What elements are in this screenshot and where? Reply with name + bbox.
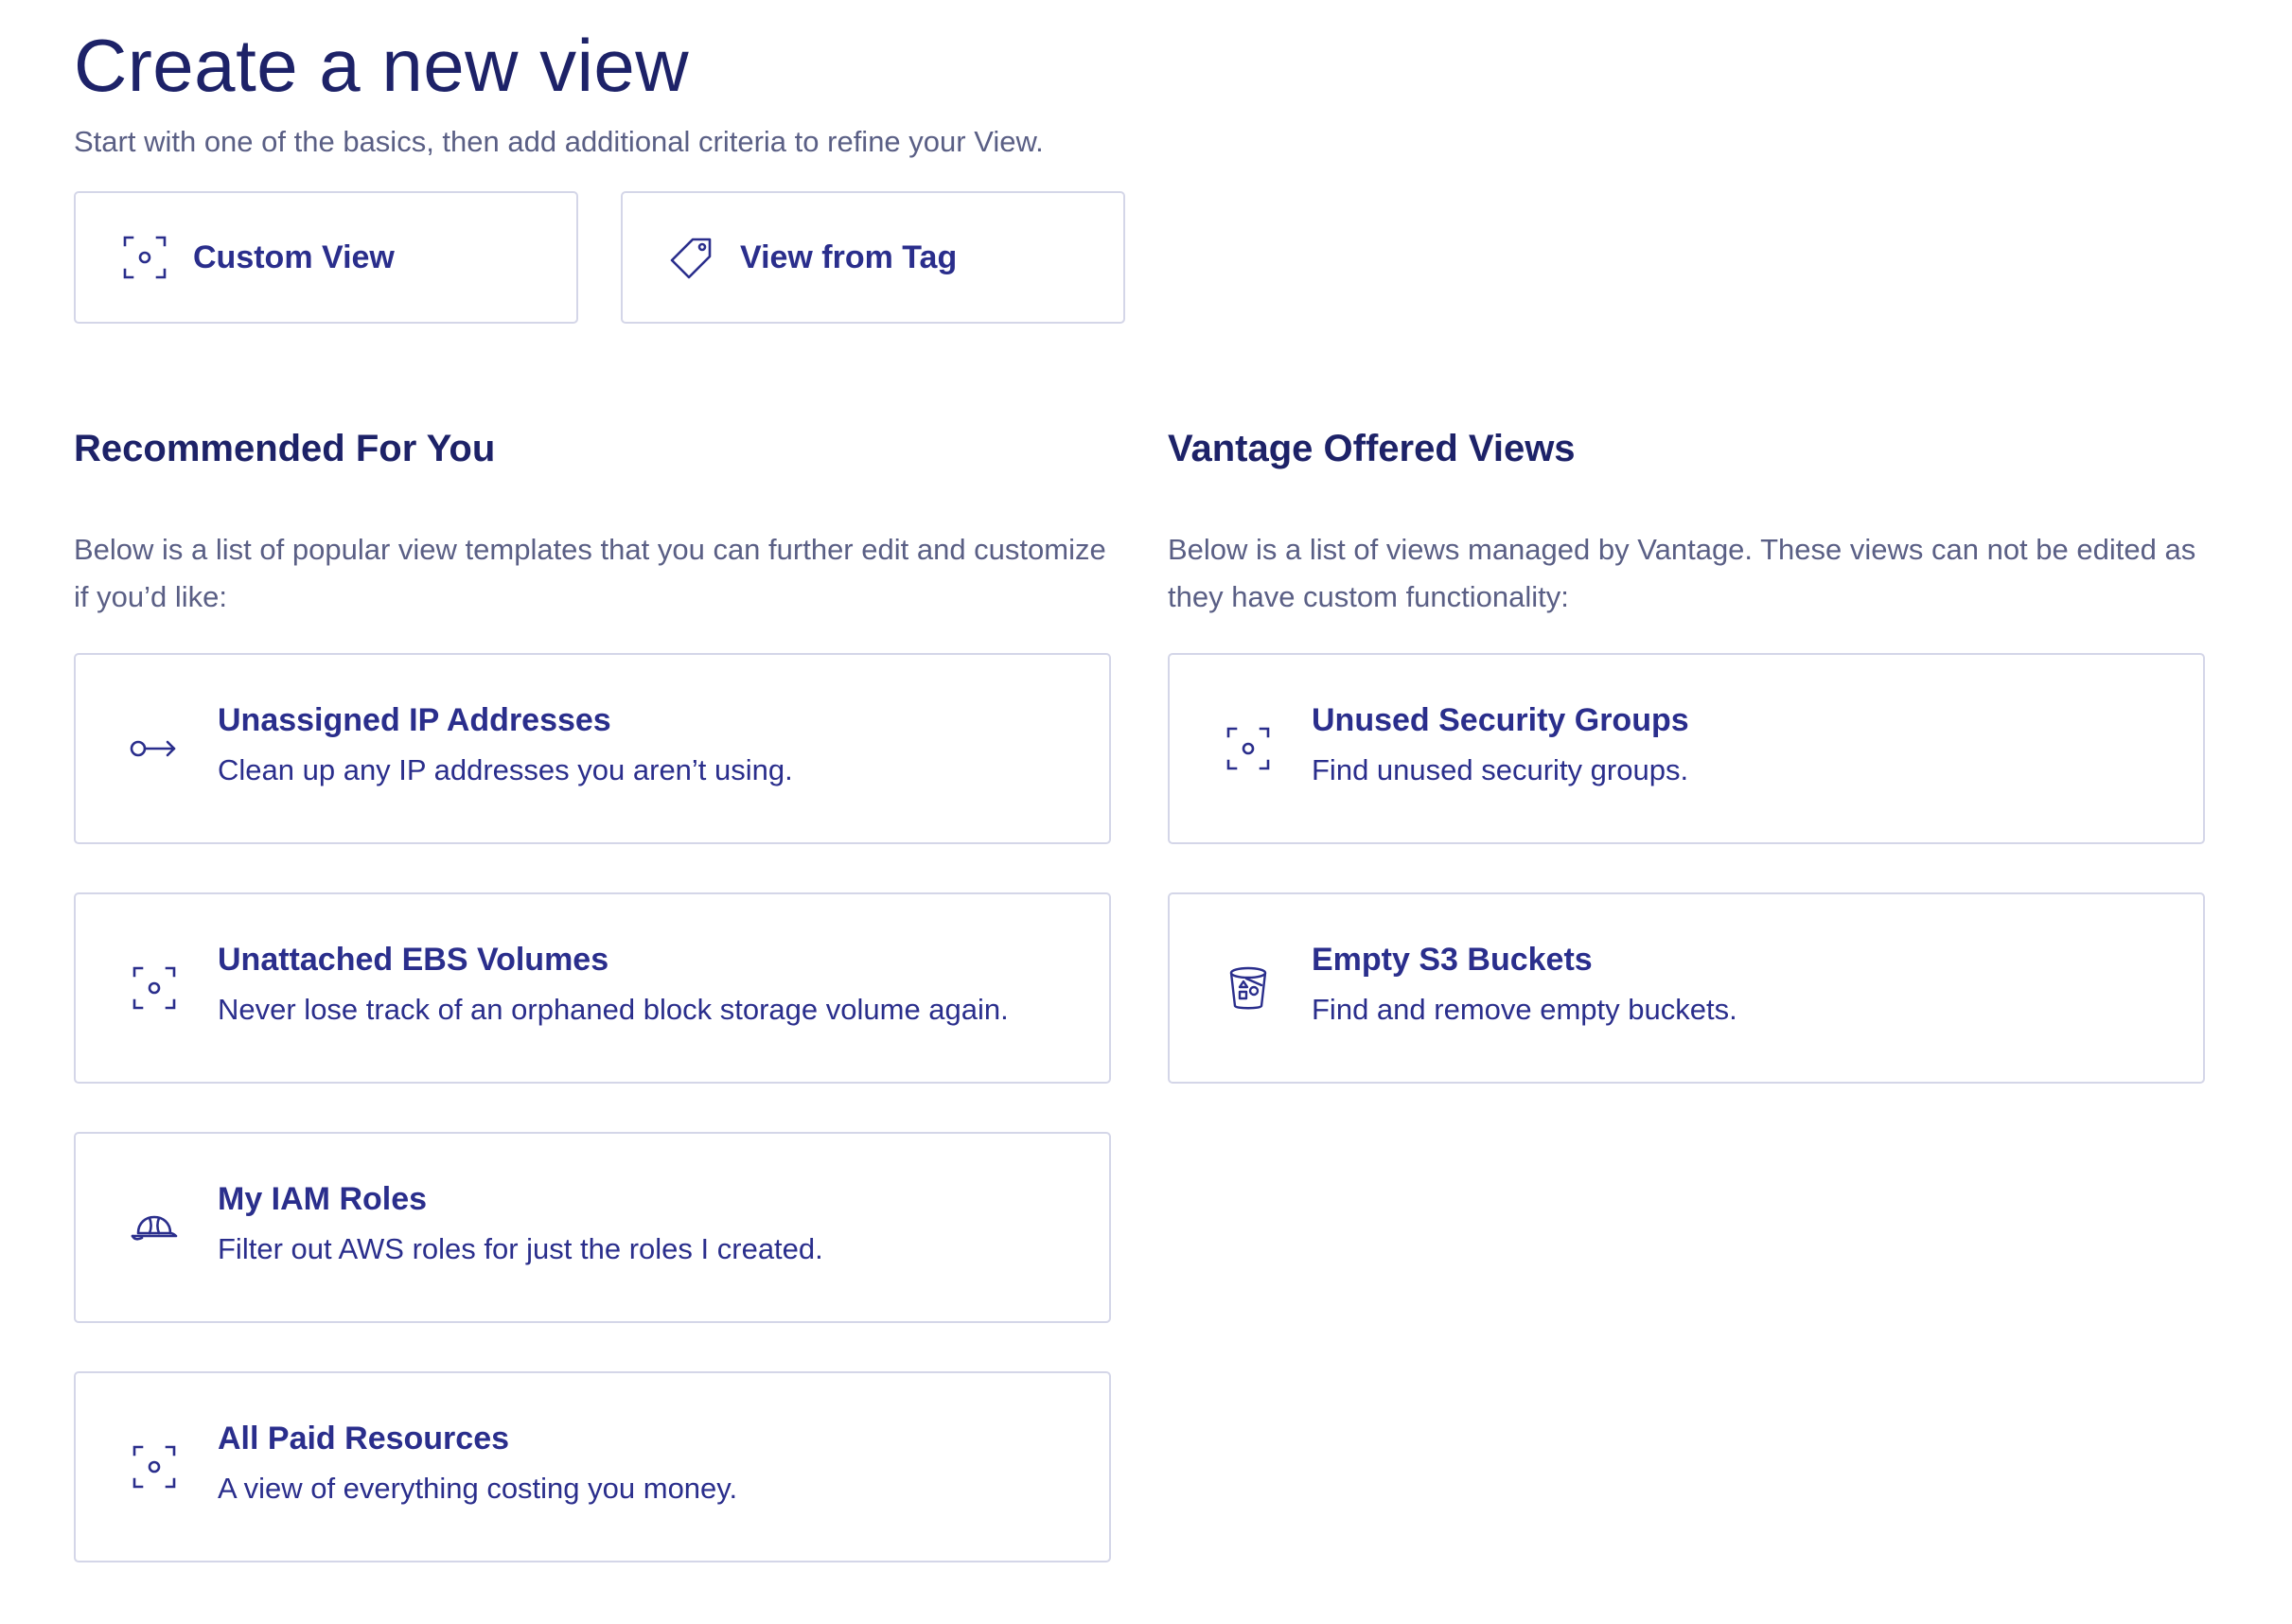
- recommended-list: Unassigned IP Addresses Clean up any IP …: [74, 653, 1111, 1562]
- recommended-title: Recommended For You: [74, 428, 496, 469]
- template-description: Clean up any IP addresses you aren’t usi…: [218, 753, 793, 786]
- template-card-iam-roles[interactable]: My IAM Roles Filter out AWS roles for ju…: [74, 1132, 1111, 1323]
- template-name: Unused Security Groups: [1312, 702, 1689, 738]
- vantage-offered-section: Vantage Offered Views Below is a list of…: [1168, 426, 2205, 1132]
- focus-icon: [1223, 723, 1274, 774]
- tag-icon: [666, 232, 717, 283]
- template-card-empty-s3-buckets[interactable]: Empty S3 Buckets Find and remove empty b…: [1168, 892, 2205, 1084]
- view-from-tag-button[interactable]: View from Tag: [621, 191, 1125, 324]
- focus-icon: [119, 232, 170, 283]
- template-name: Unassigned IP Addresses: [218, 702, 611, 738]
- template-card-all-paid-resources[interactable]: All Paid Resources A view of everything …: [74, 1371, 1111, 1562]
- page-title: Create a new view: [74, 24, 690, 107]
- custom-view-label: Custom View: [193, 238, 395, 275]
- focus-icon: [129, 962, 180, 1014]
- key-arrow-icon: [129, 723, 180, 774]
- template-description: Find unused security groups.: [1312, 753, 1689, 786]
- template-card-unused-security-groups[interactable]: Unused Security Groups Find unused secur…: [1168, 653, 2205, 844]
- vantage-offered-title: Vantage Offered Views: [1168, 428, 1576, 469]
- template-name: My IAM Roles: [218, 1181, 428, 1217]
- recommended-description: Below is a list of popular view template…: [74, 533, 1106, 613]
- template-description: Filter out AWS roles for just the roles …: [218, 1232, 823, 1265]
- focus-icon: [129, 1441, 180, 1492]
- page-subtitle: Start with one of the basics, then add a…: [74, 125, 1044, 158]
- create-view-page: Create a new view Start with one of the …: [74, 0, 2241, 1562]
- bucket-icon: [1223, 962, 1274, 1014]
- template-name: Empty S3 Buckets: [1312, 942, 1593, 978]
- template-description: Find and remove empty buckets.: [1312, 993, 1737, 1026]
- template-description: Never lose track of an orphaned block st…: [218, 993, 1009, 1026]
- template-card-unattached-ebs[interactable]: Unattached EBS Volumes Never lose track …: [74, 892, 1111, 1084]
- vantage-offered-list: Unused Security Groups Find unused secur…: [1168, 653, 2205, 1084]
- template-name: All Paid Resources: [218, 1421, 510, 1456]
- basic-view-options: Custom View View from Tag: [74, 191, 2241, 324]
- template-card-unassigned-ip[interactable]: Unassigned IP Addresses Clean up any IP …: [74, 653, 1111, 844]
- recommended-section: Recommended For You Below is a list of p…: [74, 426, 1111, 1611]
- template-name: Unattached EBS Volumes: [218, 942, 609, 978]
- hard-hat-icon: [129, 1202, 180, 1253]
- custom-view-button[interactable]: Custom View: [74, 191, 578, 324]
- view-from-tag-label: View from Tag: [740, 238, 958, 275]
- template-description: A view of everything costing you money.: [218, 1472, 738, 1505]
- vantage-offered-description: Below is a list of views managed by Vant…: [1168, 533, 2196, 613]
